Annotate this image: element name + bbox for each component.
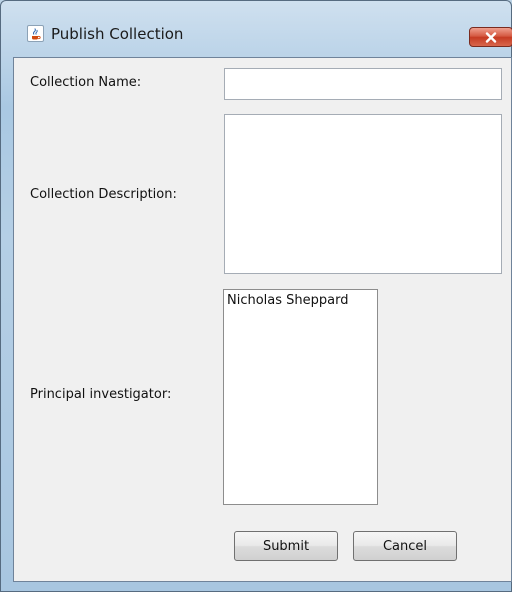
principal-investigator-label: Principal investigator: <box>30 387 172 402</box>
dialog-window: Publish Collection Collection Name: Coll… <box>0 0 512 592</box>
collection-description-textarea[interactable] <box>224 114 502 274</box>
submit-button[interactable]: Submit <box>234 531 338 561</box>
close-x-icon <box>484 31 498 43</box>
list-item[interactable]: Nicholas Sheppard <box>224 290 377 311</box>
principal-investigator-list[interactable]: Nicholas Sheppard <box>223 289 378 505</box>
window-title: Publish Collection <box>51 25 184 43</box>
collection-name-input[interactable] <box>224 68 502 100</box>
cancel-button[interactable]: Cancel <box>353 531 457 561</box>
title-bar[interactable]: Publish Collection <box>13 21 512 57</box>
collection-name-label: Collection Name: <box>30 75 142 90</box>
collection-description-label: Collection Description: <box>30 187 177 202</box>
close-button[interactable] <box>469 27 512 47</box>
dialog-content: Collection Name: Collection Description:… <box>13 57 512 582</box>
java-coffee-cup-icon <box>27 25 44 42</box>
